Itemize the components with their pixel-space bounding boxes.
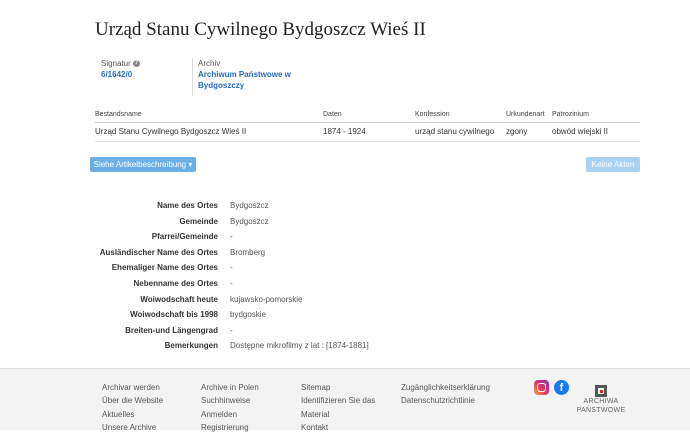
footer-link[interactable]: Material [301,408,375,421]
header-daten: Daten [323,111,342,118]
instagram-icon[interactable] [534,380,549,395]
signatur-link[interactable]: 6/1642/0 [101,69,191,80]
detail-row: Breiten-und Längengrad - [125,325,233,335]
description-button[interactable]: Siehe Artikelbeschreibung ▾ [90,157,196,172]
detail-row: Pfarrei/Gemeinde - [151,232,233,242]
facebook-icon[interactable]: f [554,380,569,395]
help-icon[interactable]: ? [132,60,140,68]
footer-link[interactable]: Über die Website [102,394,163,407]
cell-urkundenart: zgony [506,127,528,136]
header-urkundenart: Urkundenart [506,111,545,118]
footer-col-2: Archive in Polen Suchhinweise Anmelden R… [201,381,259,435]
description-button-label: Siehe Artikelbeschreibung [93,160,187,169]
detail-row: Name des Ortes Bydgoszcz [157,201,269,210]
footer-link[interactable]: Unsere Archive [102,421,163,434]
detail-row: Woiwodschaft heute kujawsko-pomorskie [140,294,303,304]
footer-link[interactable]: Archive in Polen [201,381,259,394]
footer-link[interactable]: Datenschutzrichtlinie [401,394,490,407]
footer-link[interactable]: Sitemap [301,381,375,394]
header-bestandsname: Bestandsname [95,111,142,118]
cell-konfession: urząd stanu cywilnego [415,127,495,136]
footer-link[interactable]: Anmelden [201,408,259,421]
archiv-link-line1[interactable]: Archiwum Państwowe w [198,69,308,80]
signatur-block: Signatur? 6/1642/0 [101,59,191,80]
detail-row: Gemeinde Bydgoszcz [179,216,269,226]
signatur-label: Signatur [101,59,131,68]
header-patrozinium: Patrozinium [552,111,589,118]
divider [192,58,193,96]
footer-col-3: Sitemap Identifizieren Sie das Material … [301,381,375,435]
footer-link[interactable]: Kontakt [301,421,375,434]
detail-row: Nebenname des Ortes - [133,278,233,288]
caret-down-icon: ▾ [188,160,193,169]
footer-link[interactable]: Registrierung [201,421,259,434]
no-files-button[interactable]: Keine Akten [586,157,640,172]
header-konfession: Konfession [415,111,450,118]
archiwa-logo[interactable]: ARCHIWA PAŃSTWOWE [572,385,630,415]
footer-link[interactable]: Archivar werden [102,381,163,394]
footer-link[interactable]: Suchhinweise [201,394,259,407]
cell-bestandsname: Urząd Stanu Cywilnego Bydgoszcz Wieś II [95,127,247,136]
detail-row: Woiwodschaft bis 1998 bydgoskie [130,310,267,320]
cell-daten: 1874 - 1924 [323,127,366,136]
details-list: Name des Ortes Bydgoszcz Gemeinde Bydgoszc… [0,201,690,357]
cell-patrozinium: obwód wiejski II [552,127,609,136]
archiwa-logo-icon [595,385,607,397]
table-header: Bestandsname Daten Konfession Urkundenar… [95,111,640,123]
footer: Archivar werden Über die Website Aktuell… [0,368,690,432]
footer-col-4: Zugänglichkeitserklärung Datenschutzrich… [401,381,490,408]
detail-row: Bemerkungen Dostępne mikrofilmy z lat : [… [164,341,369,351]
detail-row: Ausländischer Name des Ortes Bromberg [99,247,266,257]
footer-link[interactable]: Identifizieren Sie das [301,394,375,407]
footer-link[interactable]: Aktuelles [102,408,163,421]
detail-row: Ehemaliger Name des Ortes - [111,263,233,273]
page-title: Urząd Stanu Cywilnego Bydgoszcz Wieś II [95,19,426,40]
footer-col-1: Archivar werden Über die Website Aktuell… [102,381,163,435]
archiv-label: Archiv [198,59,221,68]
table-row: Urząd Stanu Cywilnego Bydgoszcz Wieś II … [95,127,640,142]
archiv-block: Archiv Archiwum Państwowe w Bydgoszczy [198,59,308,91]
footer-link[interactable]: Zugänglichkeitserklärung [401,381,490,394]
archiv-link-line2[interactable]: Bydgoszczy [198,80,308,91]
